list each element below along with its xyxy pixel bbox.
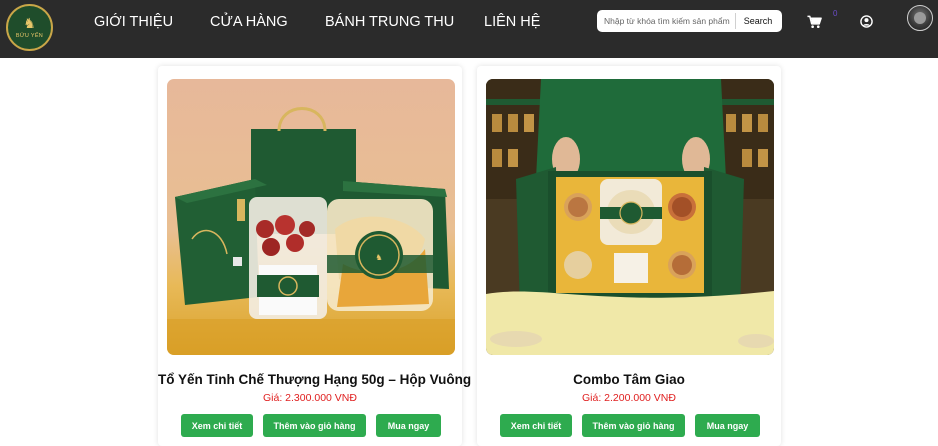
avatar[interactable]	[907, 5, 933, 31]
buy-now-button[interactable]: Mua ngay	[376, 414, 441, 437]
brand-logo[interactable]: ♞ BỬU YẾN	[6, 4, 53, 51]
product-card: ♞ Tổ Yến Tinh Chế Thượng Hạng 50g – Hộp …	[158, 66, 471, 446]
add-to-cart-button[interactable]: Thêm vào giỏ hàng	[263, 414, 366, 437]
search-button[interactable]: Search	[736, 11, 780, 31]
user-icon[interactable]	[860, 15, 873, 28]
nav-item-gioi-thieu[interactable]: GIỚI THIỆU	[94, 14, 173, 30]
nav-item-banh-trung-thu[interactable]: BÁNH TRUNG THU	[325, 14, 454, 30]
product-photo-gift-box: ♞	[167, 79, 455, 355]
cart-count-badge: 0	[833, 9, 838, 18]
buy-now-button[interactable]: Mua ngay	[695, 414, 760, 437]
svg-text:♞: ♞	[375, 253, 382, 262]
product-price: Giá: 2.200.000 VNĐ	[582, 392, 676, 404]
product-title[interactable]: Combo Tâm Giao	[477, 372, 781, 387]
search-input[interactable]	[597, 11, 735, 31]
view-details-button[interactable]: Xem chi tiết	[500, 414, 572, 437]
product-photo-combo-box	[486, 79, 774, 355]
nav-item-cua-hang[interactable]: CỬA HÀNG	[210, 14, 288, 30]
product-image[interactable]: ♞	[167, 79, 455, 355]
nav-item-lien-he[interactable]: LIÊN HỆ	[484, 14, 540, 30]
product-image[interactable]	[486, 79, 774, 355]
product-price: Giá: 2.300.000 VNĐ	[263, 392, 357, 404]
avatar-face	[914, 12, 926, 24]
top-navbar: ♞ BỬU YẾN GIỚI THIỆU CỬA HÀNG BÁNH TRUNG…	[0, 0, 938, 58]
cart-icon[interactable]	[807, 15, 822, 29]
logo-text: BỬU YẾN	[15, 32, 44, 39]
product-card: Combo Tâm Giao Giá: 2.200.000 VNĐ Xem ch…	[477, 66, 781, 446]
product-title[interactable]: Tổ Yến Tinh Chế Thượng Hạng 50g – Hộp Vu…	[158, 372, 471, 387]
view-details-button[interactable]: Xem chi tiết	[181, 414, 253, 437]
add-to-cart-button[interactable]: Thêm vào giỏ hàng	[582, 414, 685, 437]
search-bar: Search	[597, 10, 782, 32]
bird-logo-icon: ♞	[23, 15, 36, 32]
